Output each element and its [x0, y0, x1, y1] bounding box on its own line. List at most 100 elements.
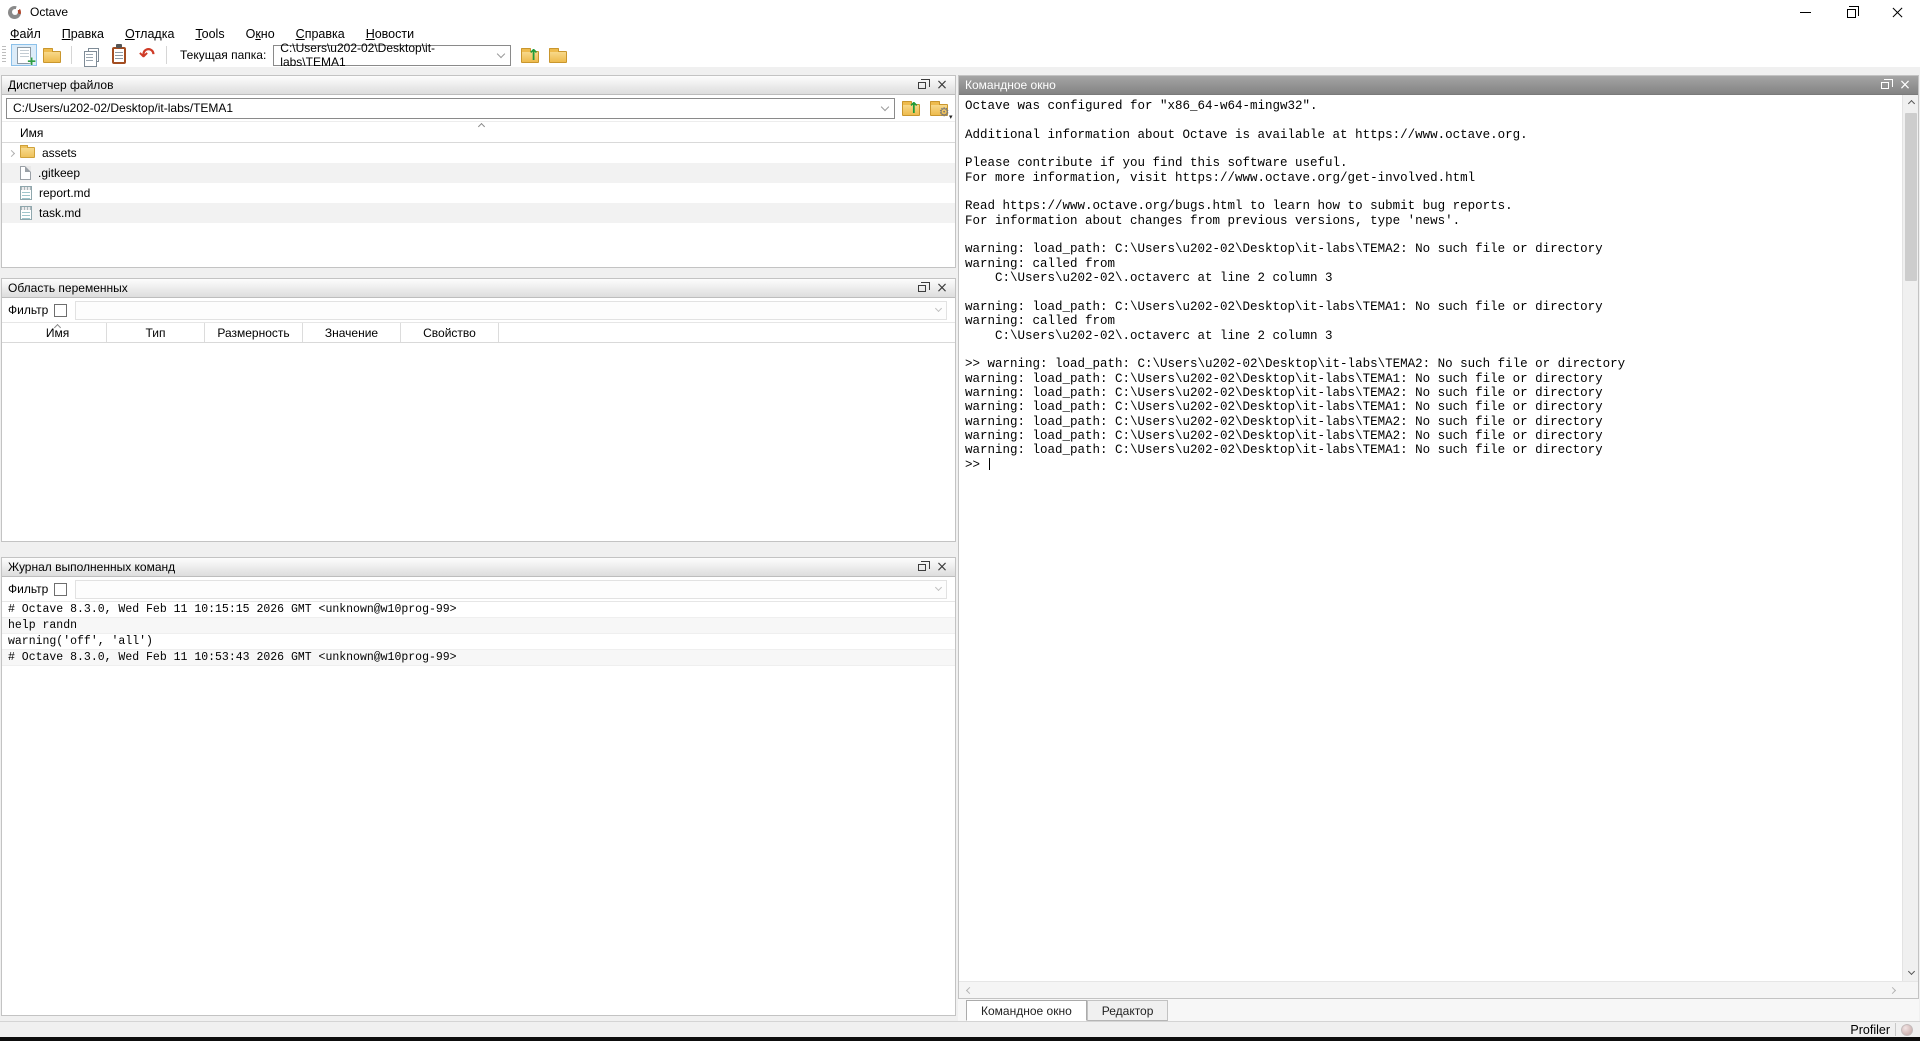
history-entry[interactable]: warning('off', 'all'): [2, 634, 955, 650]
undo-icon: ↶: [139, 47, 155, 63]
scroll-left-button[interactable]: [961, 982, 977, 998]
workspace-titlebar[interactable]: Область переменных ×: [2, 279, 955, 298]
command-window-titlebar[interactable]: Командное окно ×: [959, 76, 1918, 95]
history-entry[interactable]: help randn: [2, 618, 955, 634]
workspace-column-Имя[interactable]: Имя: [9, 323, 107, 342]
browse-folder-button[interactable]: [545, 44, 571, 66]
file-row[interactable]: .gitkeep: [2, 163, 955, 183]
menu-item-Файл[interactable]: Файл: [10, 27, 41, 41]
file-name: .gitkeep: [38, 166, 80, 180]
tab-Командное окно[interactable]: Командное окно: [966, 1000, 1087, 1021]
text-cursor: [989, 458, 990, 470]
close-icon: ×: [1899, 78, 1911, 92]
console-line: For more information, visit https://www.…: [965, 171, 1918, 185]
workspace-column-Значение[interactable]: Значение: [303, 323, 401, 342]
scroll-down-button[interactable]: [1903, 965, 1918, 981]
undo-button[interactable]: ↶: [134, 44, 160, 66]
column-label: Свойство: [423, 326, 476, 340]
history-entry[interactable]: # Octave 8.3.0, Wed Feb 11 10:15:15 2026…: [2, 602, 955, 618]
folder-up-button[interactable]: ↑: [517, 44, 543, 66]
folder-up-icon: ↑: [521, 51, 539, 63]
menu-item-Новости[interactable]: Новости: [366, 27, 414, 41]
filter-checkbox[interactable]: [54, 583, 67, 596]
scroll-right-button[interactable]: [1884, 982, 1900, 998]
undock-icon: [1881, 82, 1889, 89]
paste-icon: [112, 47, 126, 64]
one-directory-up-button[interactable]: ↑: [898, 98, 923, 119]
chevron-down-icon: [935, 305, 942, 312]
expander[interactable]: [2, 151, 20, 156]
folder-actions-button[interactable]: ⚙▾: [926, 98, 951, 119]
menu-item-Окно[interactable]: Окно: [246, 27, 275, 41]
new-script-button[interactable]: [11, 44, 37, 66]
toolbar-separator: [71, 46, 72, 64]
close-button[interactable]: [1874, 0, 1920, 24]
undock-button[interactable]: [912, 77, 932, 94]
workspace-column-Размерность[interactable]: Размерность: [205, 323, 303, 342]
file-name-column-header[interactable]: Имя: [2, 122, 955, 143]
profiler-status-led-icon: [1901, 1024, 1913, 1036]
menu-item-Отладка[interactable]: Отладка: [125, 27, 174, 41]
filter-label: Фильтр: [8, 582, 48, 596]
current-folder-combobox[interactable]: C:\Users\u202-02\Desktop\it-labs\TEMA1: [273, 45, 511, 66]
tab-Редактор[interactable]: Редактор: [1087, 1000, 1169, 1021]
vertical-scrollbar[interactable]: [1902, 95, 1918, 981]
open-button[interactable]: [39, 44, 65, 66]
folder-file-icon: [20, 147, 35, 158]
filter-combobox[interactable]: [75, 301, 947, 320]
file-browser-path-value: C:/Users/u202-02/Desktop/it-labs/TEMA1: [13, 101, 233, 115]
close-panel-button[interactable]: ×: [932, 280, 952, 297]
file-row[interactable]: report.md: [2, 183, 955, 203]
filter-combobox[interactable]: [75, 580, 947, 599]
close-panel-button[interactable]: ×: [932, 77, 952, 94]
file-file-icon: [20, 166, 31, 180]
console-line: warning: load_path: C:\Users\u202-02\Des…: [965, 443, 1918, 457]
copy-button[interactable]: [78, 44, 104, 66]
file-browser-titlebar[interactable]: Диспетчер файлов ×: [2, 76, 955, 95]
menu-item-Правка[interactable]: Правка: [62, 27, 104, 41]
close-panel-button[interactable]: ×: [932, 559, 952, 576]
file-browser-path-combobox[interactable]: C:/Users/u202-02/Desktop/it-labs/TEMA1: [6, 98, 895, 119]
restore-icon: [1847, 9, 1856, 18]
browse-folder-icon: [549, 51, 567, 63]
workspace-panel: Область переменных × Фильтр ИмяТипРазмер…: [1, 278, 956, 542]
console-area[interactable]: Octave was configured for "x86_64-w64-mi…: [959, 95, 1918, 981]
horizontal-scrollbar[interactable]: [959, 981, 1918, 998]
statusbar-separator: [1895, 1023, 1896, 1036]
console-line: warning: load_path: C:\Users\u202-02\Des…: [965, 242, 1918, 256]
file-browser-path-row: C:/Users/u202-02/Desktop/it-labs/TEMA1 ↑…: [2, 95, 955, 122]
chevron-down-icon: [935, 584, 942, 591]
folder-settings-icon: ⚙▾: [930, 104, 948, 116]
toolbar-grip[interactable]: [2, 46, 6, 64]
undock-icon: [918, 82, 926, 89]
undock-button[interactable]: [912, 280, 932, 297]
scrollbar-thumb[interactable]: [1905, 113, 1917, 281]
history-titlebar[interactable]: Журнал выполненных команд ×: [2, 558, 955, 577]
workspace-column-Тип[interactable]: Тип: [107, 323, 205, 342]
title-bar[interactable]: Octave: [0, 0, 1920, 24]
console-prompt-line[interactable]: >>: [965, 458, 1918, 472]
restore-button[interactable]: [1828, 0, 1874, 24]
close-icon: ×: [936, 560, 948, 574]
toolbar-separator: [166, 46, 167, 64]
paste-button[interactable]: [106, 44, 132, 66]
file-row[interactable]: assets: [2, 143, 955, 163]
workspace-column-Свойство[interactable]: Свойство: [401, 323, 499, 342]
main-toolbar: ↶ Текущая папка: C:\Users\u202-02\Deskto…: [0, 43, 1920, 67]
undock-button[interactable]: [912, 559, 932, 576]
chevron-right-icon: [1888, 986, 1895, 993]
close-panel-button[interactable]: ×: [1895, 77, 1915, 94]
current-folder-value: C:\Users\u202-02\Desktop\it-labs\TEMA1: [280, 41, 498, 69]
profiler-label: Profiler: [1850, 1023, 1890, 1037]
minimize-button[interactable]: [1782, 0, 1828, 24]
menu-item-Tools[interactable]: Tools: [195, 27, 224, 41]
history-entry[interactable]: # Octave 8.3.0, Wed Feb 11 10:53:43 2026…: [2, 650, 955, 666]
console-line: [965, 228, 1918, 242]
column-label: Имя: [20, 126, 43, 140]
file-row[interactable]: task.md: [2, 203, 955, 223]
scroll-up-button[interactable]: [1903, 95, 1918, 111]
undock-button[interactable]: [1875, 77, 1895, 94]
console-line: [965, 142, 1918, 156]
filter-checkbox[interactable]: [54, 304, 67, 317]
menu-item-Справка[interactable]: Справка: [296, 27, 345, 41]
